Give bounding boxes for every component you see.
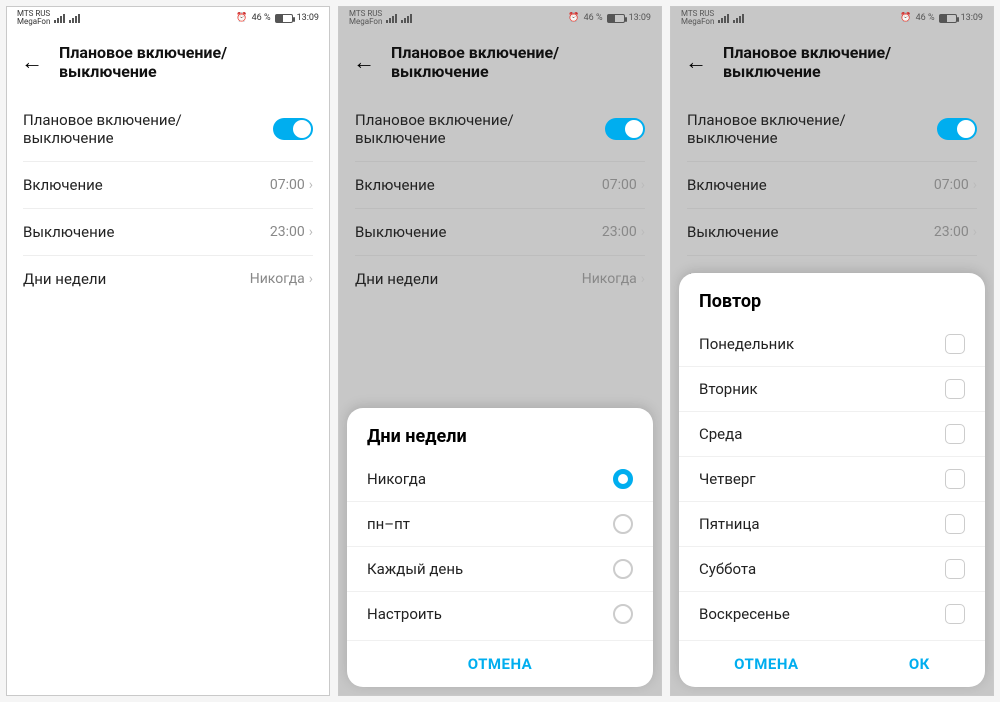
- battery-icon: [275, 14, 293, 23]
- page-title: Плановое включение/выключение: [723, 43, 979, 81]
- day-wednesday[interactable]: Среда: [679, 411, 985, 456]
- checkbox-icon[interactable]: [945, 604, 965, 624]
- radio-icon[interactable]: [613, 514, 633, 534]
- day-saturday[interactable]: Суббота: [679, 546, 985, 591]
- checkbox-icon[interactable]: [945, 469, 965, 489]
- back-icon[interactable]: ←: [685, 49, 707, 75]
- option-weekdays[interactable]: пн–пт: [347, 501, 653, 546]
- chevron-right-icon: ›: [309, 271, 313, 287]
- clock: 13:09: [629, 13, 651, 23]
- toggle-label: Плановое включение/ выключение: [355, 111, 605, 147]
- phone-screen-3: MTS RUSMegaFon ⏰ 46 % 13:09 ← Плановое в…: [670, 6, 994, 696]
- signal-icon: [733, 14, 744, 23]
- signal-icon: [386, 14, 397, 23]
- alarm-icon: ⏰: [236, 13, 247, 23]
- back-icon[interactable]: ←: [353, 49, 375, 75]
- row-power-on[interactable]: Включение 07:00›: [339, 162, 661, 208]
- battery-pct: 46 %: [584, 13, 603, 23]
- checkbox-icon[interactable]: [945, 379, 965, 399]
- day-friday[interactable]: Пятница: [679, 501, 985, 546]
- signal-icon: [54, 14, 65, 23]
- day-sunday[interactable]: Воскресенье: [679, 591, 985, 636]
- status-bar: MTS RUSMegaFon ⏰ 46 % 13:09: [671, 7, 993, 29]
- sheet-title: Дни недели: [347, 408, 653, 457]
- option-every-day[interactable]: Каждый день: [347, 546, 653, 591]
- back-icon[interactable]: ←: [21, 49, 43, 75]
- signal-icon: [401, 14, 412, 23]
- status-bar: MTS RUSMegaFon ⏰ 46 % 13:09: [7, 7, 329, 29]
- row-scheduled-toggle[interactable]: Плановое включение/ выключение: [7, 97, 329, 161]
- battery-pct: 46 %: [252, 13, 271, 23]
- ok-button[interactable]: ОК: [909, 655, 930, 673]
- phone-screen-2: MTS RUSMegaFon ⏰ 46 % 13:09 ← Плановое в…: [338, 6, 662, 696]
- radio-icon[interactable]: [613, 604, 633, 624]
- chevron-right-icon: ›: [309, 224, 313, 240]
- sheet-title: Повтор: [679, 273, 985, 322]
- toggle-label: Плановое включение/ выключение: [687, 111, 937, 147]
- checkbox-icon[interactable]: [945, 559, 965, 579]
- toggle-switch[interactable]: [273, 118, 313, 140]
- battery-icon: [607, 14, 625, 23]
- alarm-icon: ⏰: [568, 13, 579, 23]
- page-title: Плановое включение/выключение: [391, 43, 647, 81]
- signal-icon: [69, 14, 80, 23]
- clock: 13:09: [297, 13, 319, 23]
- chevron-right-icon: ›: [973, 177, 977, 193]
- chevron-right-icon: ›: [641, 177, 645, 193]
- chevron-right-icon: ›: [973, 224, 977, 240]
- sheet-repeat: Повтор Понедельник Вторник Среда Четверг…: [679, 273, 985, 687]
- row-scheduled-toggle[interactable]: Плановое включение/ выключение: [339, 97, 661, 161]
- row-power-off[interactable]: Выключение 23:00›: [7, 209, 329, 255]
- day-thursday[interactable]: Четверг: [679, 456, 985, 501]
- clock: 13:09: [961, 13, 983, 23]
- header: ← Плановое включение/выключение: [339, 29, 661, 97]
- toggle-label: Плановое включение/ выключение: [23, 111, 273, 147]
- day-monday[interactable]: Понедельник: [679, 322, 985, 366]
- signal-icon: [718, 14, 729, 23]
- radio-icon[interactable]: [613, 469, 633, 489]
- checkbox-icon[interactable]: [945, 424, 965, 444]
- battery-pct: 46 %: [916, 13, 935, 23]
- toggle-switch[interactable]: [605, 118, 645, 140]
- row-power-off[interactable]: Выключение 23:00›: [339, 209, 661, 255]
- row-power-off[interactable]: Выключение 23:00›: [671, 209, 993, 255]
- toggle-switch[interactable]: [937, 118, 977, 140]
- chevron-right-icon: ›: [309, 177, 313, 193]
- row-days[interactable]: Дни недели Никогда›: [7, 256, 329, 302]
- row-power-on[interactable]: Включение 07:00›: [7, 162, 329, 208]
- cancel-button[interactable]: ОТМЕНА: [734, 655, 799, 673]
- day-tuesday[interactable]: Вторник: [679, 366, 985, 411]
- header: ← Плановое включение/выключение: [671, 29, 993, 97]
- option-custom[interactable]: Настроить: [347, 591, 653, 636]
- chevron-right-icon: ›: [641, 271, 645, 287]
- header: ← Плановое включение/выключение: [7, 29, 329, 97]
- radio-icon[interactable]: [613, 559, 633, 579]
- row-days[interactable]: Дни недели Никогда›: [339, 256, 661, 302]
- row-scheduled-toggle[interactable]: Плановое включение/ выключение: [671, 97, 993, 161]
- option-never[interactable]: Никогда: [347, 457, 653, 501]
- checkbox-icon[interactable]: [945, 334, 965, 354]
- phone-screen-1: MTS RUSMegaFon ⏰ 46 % 13:09 ← Плановое в…: [6, 6, 330, 696]
- battery-icon: [939, 14, 957, 23]
- status-bar: MTS RUSMegaFon ⏰ 46 % 13:09: [339, 7, 661, 29]
- chevron-right-icon: ›: [641, 224, 645, 240]
- alarm-icon: ⏰: [900, 13, 911, 23]
- row-power-on[interactable]: Включение 07:00›: [671, 162, 993, 208]
- checkbox-icon[interactable]: [945, 514, 965, 534]
- sheet-days: Дни недели Никогда пн–пт Каждый день Нас…: [347, 408, 653, 687]
- cancel-button[interactable]: ОТМЕНА: [468, 655, 533, 673]
- page-title: Плановое включение/выключение: [59, 43, 315, 81]
